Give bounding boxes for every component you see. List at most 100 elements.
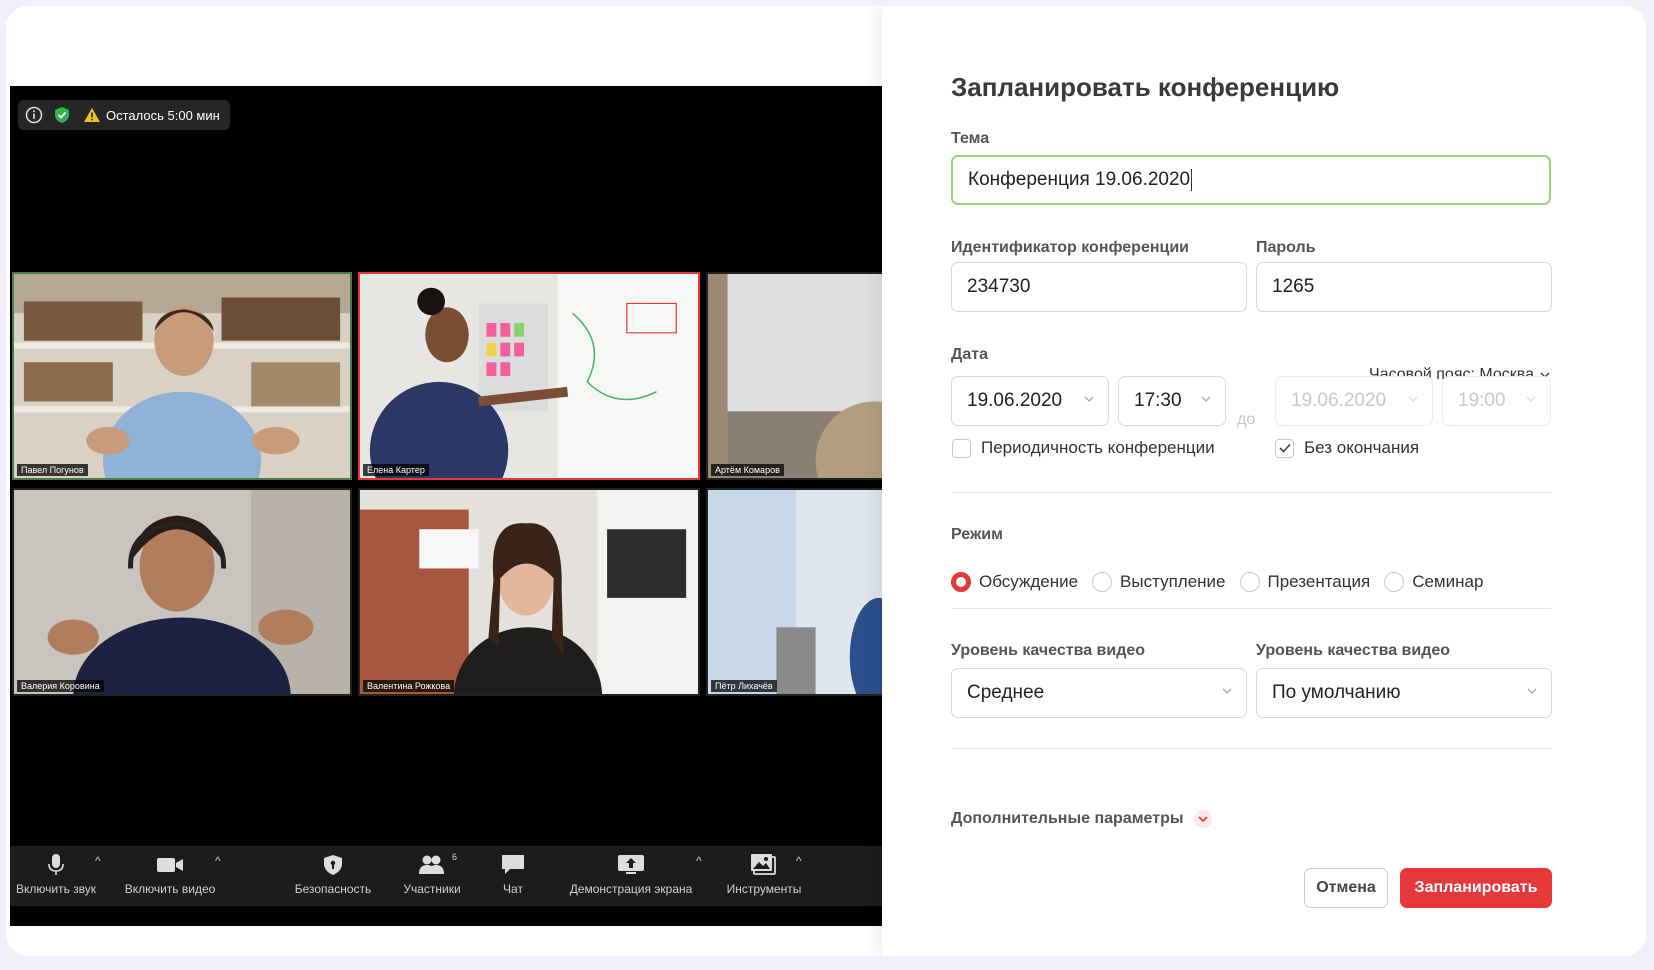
video-quality-value-2: По умолчанию — [1272, 682, 1401, 703]
video-quality-select-2[interactable]: По умолчанию — [1256, 668, 1552, 718]
tools-label: Инструменты — [726, 882, 802, 896]
info-icon[interactable] — [24, 105, 44, 125]
radio-unselected — [1092, 572, 1113, 592]
meeting-id-input[interactable]: 234730 — [951, 262, 1247, 312]
chevron-down-icon — [1526, 396, 1536, 402]
panel-title: Запланировать конференцию — [951, 72, 1340, 102]
chevron-down-icon — [1527, 688, 1537, 694]
timer-text: Осталось 5:00 мин — [106, 107, 220, 123]
to-label: до — [1237, 411, 1256, 428]
audio-options-caret[interactable]: ^ — [95, 854, 101, 868]
video-tile[interactable]: Пётр Лихачёв — [706, 488, 882, 696]
share-screen-icon — [618, 854, 644, 876]
meeting-id-label: Идентификатор конференции — [951, 239, 1190, 256]
warning-icon — [84, 108, 100, 122]
start-time-select[interactable]: 17:30 — [1118, 376, 1226, 426]
radio-unselected — [1239, 572, 1260, 592]
checkbox-checked — [1275, 438, 1294, 458]
share-screen-button[interactable]: Демонстрация экрана — [558, 854, 704, 896]
chevron-down-icon — [1222, 688, 1232, 694]
cancel-button[interactable]: Отмена — [1304, 868, 1388, 908]
schedule-meeting-panel: Запланировать конференцию Тема Конференц… — [882, 6, 1646, 956]
schedule-button[interactable]: Запланировать — [1400, 868, 1552, 908]
topic-value: Конференция 19.06.2020 — [968, 169, 1191, 190]
participant-video — [360, 490, 698, 694]
no-end-checkbox[interactable]: Без окончания — [1275, 438, 1419, 458]
participant-video — [360, 274, 698, 478]
radio-unselected — [1384, 572, 1405, 592]
chat-button[interactable]: Чат — [488, 854, 538, 896]
start-time-value: 17:30 — [1134, 390, 1182, 411]
video-tile[interactable]: Валентина Рожкова — [358, 488, 700, 696]
mode-option-presentation[interactable]: Презентация — [1239, 572, 1371, 592]
end-time-select: 19:00 — [1442, 376, 1551, 426]
mode-radio-group: Обсуждение Выступление Презентация Семин… — [951, 572, 1483, 592]
participant-name: Елена Картер — [363, 464, 429, 476]
start-date-select[interactable]: 19.06.2020 — [951, 376, 1109, 426]
topic-label: Тема — [951, 130, 990, 147]
radio-selected — [951, 572, 971, 592]
mode-option-label: Обсуждение — [979, 572, 1079, 591]
chevron-down-icon — [1084, 396, 1094, 402]
advanced-options-toggle[interactable]: Дополнительные параметры — [951, 810, 1212, 828]
participant-name: Павел Погунов — [17, 464, 88, 476]
topic-input[interactable]: Конференция 19.06.2020 — [951, 155, 1551, 205]
meeting-window: Осталось 5:00 мин Павел Погунов Елена Ка… — [10, 86, 882, 926]
security-label: Безопасность — [294, 882, 372, 896]
time-remaining-badge: Осталось 5:00 мин — [80, 108, 224, 123]
app-frame: Осталось 5:00 мин Павел Погунов Елена Ка… — [6, 6, 1646, 956]
video-quality-label-2: Уровень качества видео — [1256, 642, 1451, 659]
end-date-value: 19.06.2020 — [1291, 390, 1387, 411]
mode-option-seminar[interactable]: Семинар — [1384, 572, 1483, 592]
unmute-label: Включить звук — [15, 882, 97, 896]
mode-option-speech[interactable]: Выступление — [1092, 572, 1226, 592]
password-value: 1265 — [1272, 276, 1315, 297]
video-quality-value: Среднее — [967, 682, 1045, 703]
mode-option-label: Выступление — [1120, 572, 1226, 591]
share-screen-label: Демонстрация экрана — [569, 882, 693, 896]
end-time-value: 19:00 — [1458, 390, 1506, 411]
text-cursor — [1191, 169, 1193, 191]
microphone-icon — [48, 854, 64, 876]
recurring-label: Периодичность конференции — [981, 438, 1215, 457]
unmute-button[interactable]: Включить звук — [10, 854, 102, 896]
advanced-options-label: Дополнительные параметры — [951, 810, 1184, 827]
chat-bubble-icon — [501, 854, 525, 876]
mode-option-label: Презентация — [1267, 572, 1371, 591]
video-tile-active-speaker[interactable]: Елена Картер — [358, 272, 700, 480]
participants-icon — [419, 854, 445, 876]
end-date-select: 19.06.2020 — [1275, 376, 1433, 426]
tools-options-caret[interactable]: ^ — [796, 854, 802, 868]
chevron-down-icon — [1201, 396, 1211, 402]
share-options-caret[interactable]: ^ — [696, 854, 702, 868]
video-tile[interactable]: Павел Погунов — [12, 272, 352, 480]
chevron-down-icon — [1193, 810, 1212, 828]
checkmark-icon — [1278, 443, 1291, 453]
meeting-toolbar: Включить звук ^ Включить видео ^ Безопас… — [10, 846, 882, 906]
participant-video — [14, 274, 350, 478]
divider — [951, 608, 1551, 609]
video-quality-label: Уровень качества видео — [951, 642, 1146, 659]
shield-icon — [323, 854, 343, 876]
video-camera-icon — [157, 854, 183, 876]
divider — [951, 492, 1551, 493]
participant-video — [14, 490, 350, 694]
participant-video — [708, 490, 882, 694]
tools-icon — [751, 854, 777, 876]
mode-option-discussion[interactable]: Обсуждение — [951, 572, 1078, 592]
chevron-down-icon — [1408, 396, 1418, 402]
shield-check-icon[interactable] — [52, 105, 72, 125]
mode-option-label: Семинар — [1412, 572, 1484, 591]
password-input[interactable]: 1265 — [1256, 262, 1552, 312]
participants-button[interactable]: Участники — [394, 854, 470, 896]
video-tile[interactable]: Валерия Коровина — [12, 488, 352, 696]
video-quality-select[interactable]: Среднее — [951, 668, 1247, 718]
participant-name: Валентина Рожкова — [363, 680, 455, 692]
divider — [951, 748, 1551, 749]
start-video-button[interactable]: Включить видео — [118, 854, 222, 896]
video-tile[interactable]: Артём Комаров — [706, 272, 882, 480]
video-options-caret[interactable]: ^ — [215, 854, 221, 868]
security-button[interactable]: Безопасность — [288, 854, 378, 896]
start-date-value: 19.06.2020 — [967, 390, 1063, 411]
recurring-checkbox[interactable]: Периодичность конференции — [952, 438, 1215, 458]
